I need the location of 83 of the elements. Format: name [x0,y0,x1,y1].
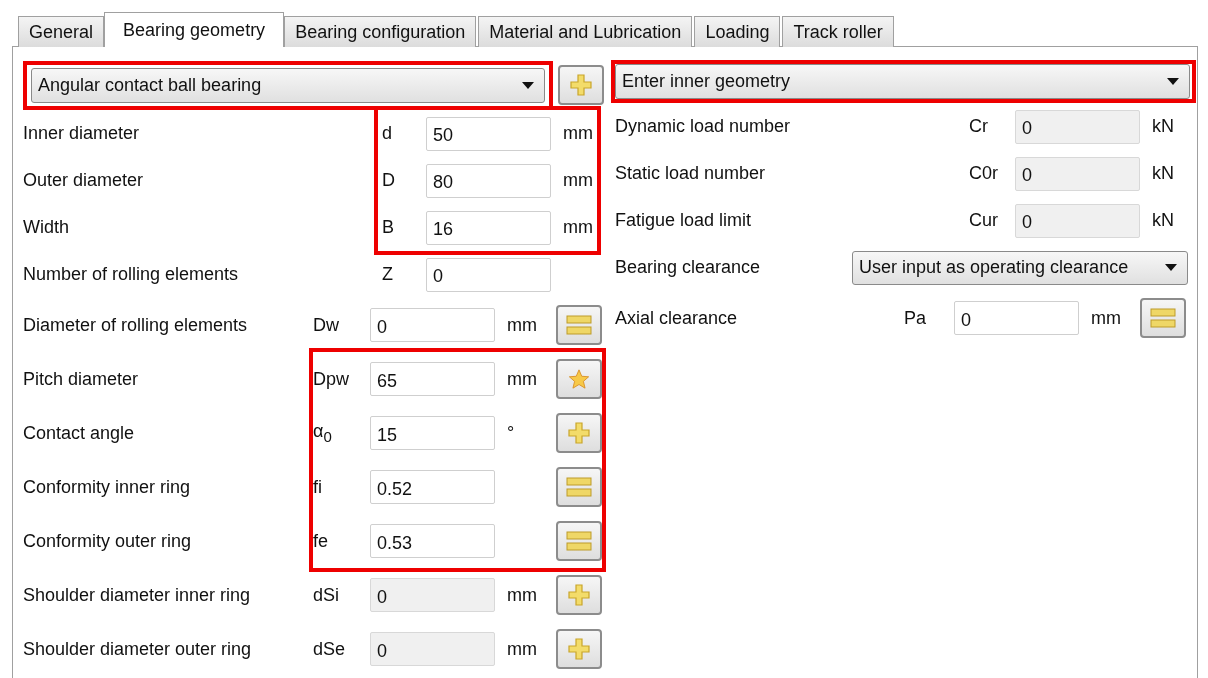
tool-button[interactable] [556,359,602,399]
symbol-label: Dpw [313,368,350,390]
tool-button[interactable] [1140,298,1186,338]
equals-icon [566,476,592,498]
clearance-dropdown[interactable]: User input as operating clearance [852,250,1188,285]
equals-icon [1150,307,1176,329]
unit-label: mm [563,170,593,190]
unit-label: mm [563,217,593,237]
plus-icon [567,583,591,607]
tool-button[interactable] [556,413,602,453]
symbol-label: Cur [969,210,999,231]
symbol-label: Z [381,264,394,285]
field-label: Outer diameter [23,170,144,191]
value-field[interactable]: 0 [954,301,1079,335]
dropdown-arrow-icon [522,82,534,89]
dropdown-arrow-icon [1165,264,1177,271]
geometry-mode-dropdown[interactable]: Enter inner geometry [615,64,1190,99]
tab[interactable]: Loading [694,16,781,47]
value-field[interactable]: 0.52 [370,470,495,504]
field-label: Dynamic load number [615,116,792,137]
value-field[interactable]: 0.53 [370,524,495,558]
symbol-label: C0r [969,163,999,184]
plus-icon [567,421,591,445]
unit-label: kN [1151,210,1175,231]
plus-icon [567,637,591,661]
field-label: Pitch diameter [23,368,139,390]
star-icon [568,368,590,390]
unit-label: ° [507,422,515,443]
symbol-label: fe [313,530,329,552]
value-field[interactable]: 80 [426,163,551,198]
value-field[interactable]: 15 [370,416,495,450]
tool-button[interactable] [556,575,602,615]
field-label: Width [23,217,69,238]
symbol-label: Cr [969,116,989,137]
value-field[interactable]: 50 [426,116,551,151]
tool-button[interactable] [556,305,602,345]
unit-label: mm [507,584,537,605]
value-field[interactable]: 16 [426,210,551,245]
symbol-label: dSi [313,584,340,606]
unit-label: kN [1151,116,1175,137]
symbol-label: D [381,170,396,191]
unit-label: mm [507,314,537,335]
field-label: Static load number [615,163,767,184]
field-label: Diameter of rolling elements [23,314,248,336]
unit-label: mm [1090,307,1122,329]
symbol-label: fi [313,476,323,498]
field-label: Axial clearance [615,307,739,329]
tool-button[interactable] [556,521,602,561]
value-field[interactable]: 65 [370,362,495,396]
tool-button[interactable] [556,467,602,507]
field-label: Conformity outer ring [23,530,192,552]
field-label: Shoulder diameter inner ring [23,584,251,606]
field-label: Inner diameter [23,123,140,144]
field-label: Shoulder diameter outer ring [23,638,252,660]
value-field[interactable]: 0 [370,308,495,342]
tab[interactable]: Material and Lubrication [478,16,693,47]
unit-label: mm [563,123,593,143]
unit-label: mm [507,638,537,659]
symbol-label: α$_{0}$ [313,421,333,445]
unit-label: kN [1151,163,1175,184]
symbol-label: B [381,217,395,238]
field-label: Conformity inner ring [23,476,191,498]
plus-icon [569,73,593,97]
symbol-label: d [381,123,393,144]
tab[interactable]: Bearing configuration [284,16,477,47]
tab[interactable]: Bearing geometry [104,12,285,47]
symbol-label: Pa [904,307,928,329]
tab[interactable]: Track roller [782,16,894,47]
bearing-type-dropdown[interactable]: Angular contact ball bearing [31,68,545,103]
tool-button[interactable] [556,629,602,669]
field-label: Fatigue load limit [615,210,753,231]
field-label: Number of rolling elements [23,264,239,285]
tab[interactable]: General [18,16,105,47]
dropdown-arrow-icon [1167,78,1179,85]
equals-icon [566,530,592,552]
tool-button[interactable] [558,65,604,105]
value-field[interactable]: 0 [426,257,551,292]
field-label: Contact angle [23,422,135,444]
symbol-label: Dw [313,314,340,336]
equals-icon [566,314,592,336]
symbol-label: dSe [313,638,347,660]
field-label: Bearing clearance [615,257,762,278]
unit-label: mm [507,368,537,389]
